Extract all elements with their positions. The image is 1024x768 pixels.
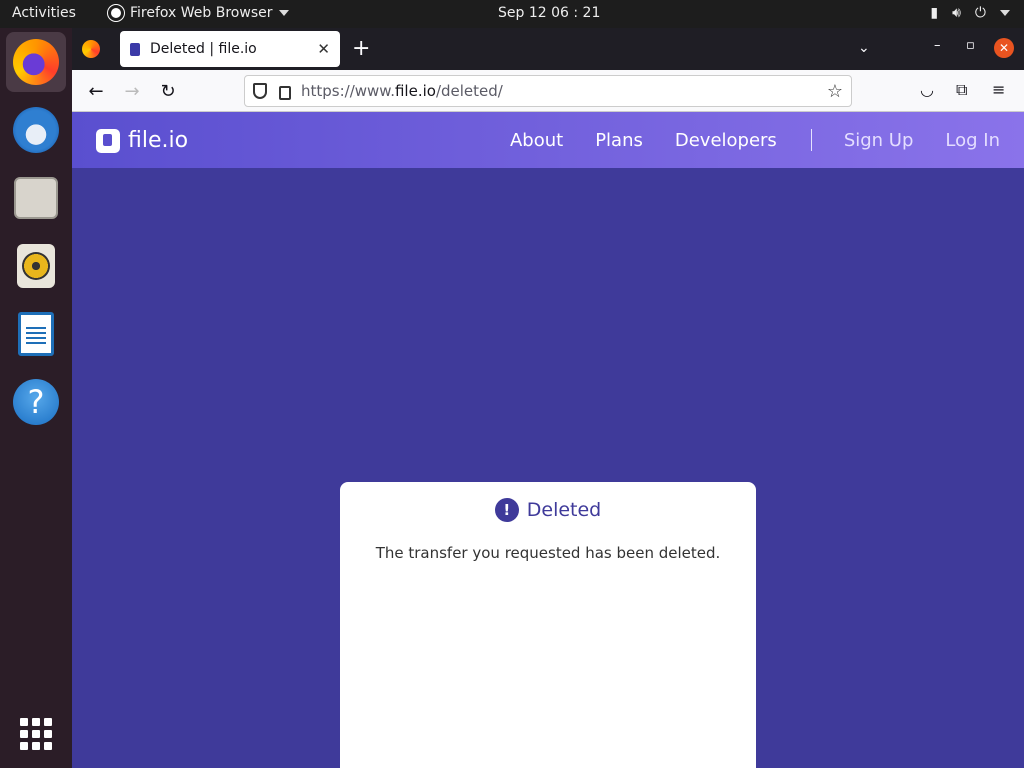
lock-icon[interactable] — [279, 86, 291, 100]
browser-tab-bar: Deleted | file.io ✕ + ⌄ – ▫ ✕ — [72, 28, 1024, 70]
back-icon[interactable]: ← — [84, 79, 108, 103]
dock-item-rhythmbox[interactable] — [6, 236, 66, 296]
pocket-icon[interactable]: ◡ — [920, 80, 934, 99]
site-logo[interactable]: file.io — [96, 128, 188, 153]
card-message: The transfer you requested has been dele… — [375, 544, 721, 562]
activities-button[interactable]: Activities — [12, 5, 76, 21]
logo-text: file.io — [128, 128, 189, 153]
file-io-favicon-icon — [130, 42, 140, 56]
tracking-protection-shield-icon[interactable] — [253, 83, 267, 99]
window-close-button[interactable]: ✕ — [994, 38, 1014, 58]
browser-nav-bar: ← → ↻ https://www.file.io/deleted/ ☆ ◡ ⧉… — [72, 70, 1024, 112]
nav-log-in-link[interactable]: Log In — [945, 130, 1000, 151]
card-header: ! Deleted — [340, 498, 756, 522]
new-tab-button[interactable]: + — [352, 36, 370, 61]
extensions-icon[interactable]: ⧉ — [956, 80, 967, 100]
tab-list-chevron-icon[interactable]: ⌄ — [858, 40, 870, 56]
app-menu-hamburger-icon[interactable]: ≡ — [992, 80, 1005, 99]
app-menu[interactable]: Firefox Web Browser — [108, 5, 289, 21]
url-bar[interactable]: https://www.file.io/deleted/ ☆ — [244, 75, 852, 107]
deleted-card: ! Deleted The transfer you requested has… — [340, 482, 756, 768]
system-top-bar: Activities Firefox Web Browser Sep 12 06… — [0, 0, 1024, 28]
site-header: file.io About Plans Developers Sign Up L… — [72, 112, 1024, 168]
nav-about-link[interactable]: About — [510, 130, 563, 151]
dock-item-firefox[interactable] — [6, 32, 66, 92]
forward-icon[interactable]: → — [120, 79, 144, 103]
nav-sign-up-link[interactable]: Sign Up — [844, 130, 914, 151]
file-io-logo-icon — [96, 128, 120, 153]
tab-title: Deleted | file.io — [150, 41, 257, 57]
help-icon: ? — [13, 379, 59, 425]
dock-item-files[interactable] — [6, 168, 66, 228]
reload-icon[interactable]: ↻ — [156, 79, 180, 103]
alert-icon: ! — [494, 498, 519, 522]
dock-item-writer[interactable] — [6, 304, 66, 364]
thunderbird-icon — [13, 107, 59, 153]
power-icon[interactable]: ⏻ — [975, 5, 986, 21]
minimize-icon[interactable]: – — [934, 38, 941, 53]
system-tray[interactable]: ▮ 🔊︎ ⏻ — [930, 5, 1010, 21]
url-text[interactable]: https://www.file.io/deleted/ — [301, 82, 827, 100]
app-menu-label: Firefox Web Browser — [130, 5, 273, 21]
clipboard-icon[interactable]: ▮ — [930, 5, 938, 21]
show-applications-icon[interactable] — [20, 718, 52, 750]
card-title: Deleted — [526, 499, 602, 521]
system-clock[interactable]: Sep 12 06 : 21 — [498, 5, 600, 21]
web-page: file.io About Plans Developers Sign Up L… — [72, 112, 1024, 768]
files-icon — [14, 177, 58, 219]
system-menu-chevron-icon[interactable] — [1000, 10, 1010, 16]
firefox-view-icon[interactable] — [82, 40, 100, 58]
rhythmbox-icon — [17, 244, 55, 288]
firefox-small-icon — [108, 5, 124, 21]
nav-developers-link[interactable]: Developers — [675, 130, 777, 151]
dock-item-help[interactable]: ? — [6, 372, 66, 432]
tab-close-icon[interactable]: ✕ — [317, 40, 330, 58]
dock-item-thunderbird[interactable] — [6, 100, 66, 160]
writer-icon — [18, 312, 54, 356]
firefox-icon — [13, 39, 59, 85]
bookmark-star-icon[interactable]: ☆ — [827, 81, 843, 102]
chevron-down-icon — [278, 10, 289, 16]
nav-divider — [810, 129, 812, 151]
site-nav: About Plans Developers Sign Up Log In — [478, 129, 1000, 151]
tab-active[interactable]: Deleted | file.io ✕ — [120, 31, 340, 67]
dock: ? — [0, 28, 72, 768]
volume-icon[interactable]: 🔊︎ — [952, 5, 961, 21]
nav-plans-link[interactable]: Plans — [595, 130, 643, 151]
restore-icon[interactable]: ▫ — [966, 38, 975, 53]
